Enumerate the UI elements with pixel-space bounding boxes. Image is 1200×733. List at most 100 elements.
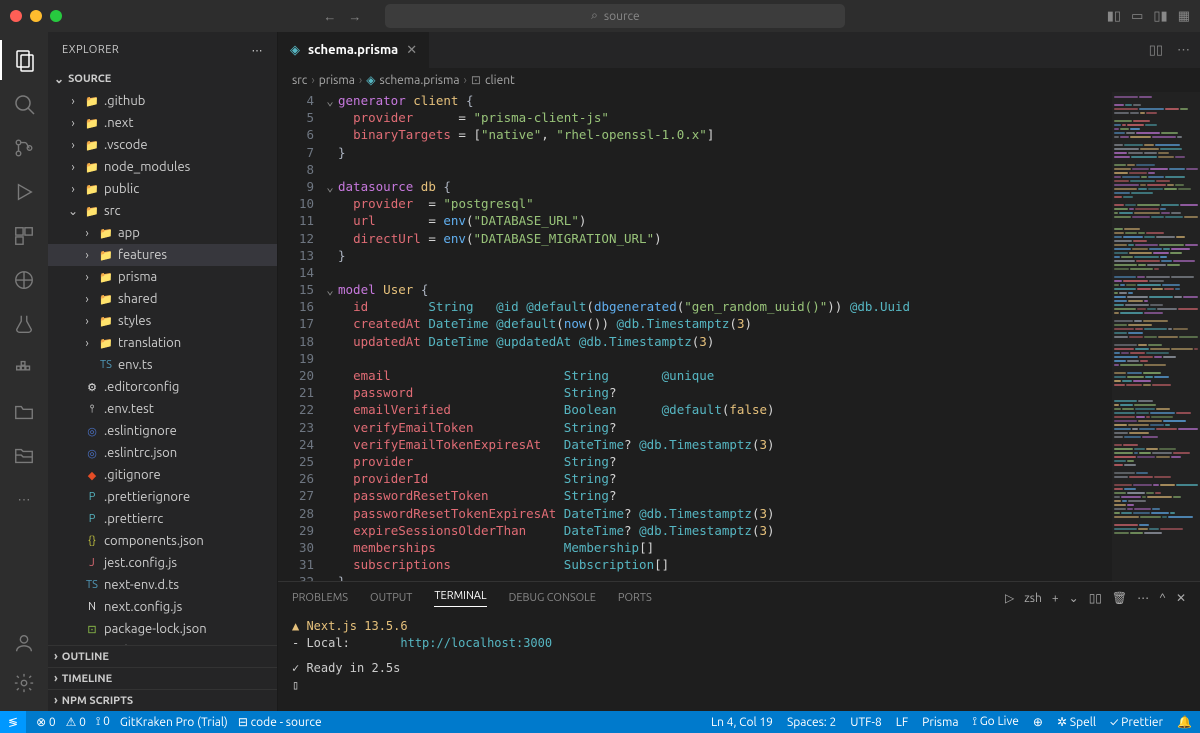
tree-item[interactable]: ›📁translation [48, 332, 277, 354]
status-encoding[interactable]: UTF-8 [850, 716, 881, 729]
account-activity-icon[interactable] [0, 623, 48, 663]
panel-tab-terminal[interactable]: TERMINAL [434, 590, 486, 607]
run-debug-activity-icon[interactable] [0, 172, 48, 212]
tree-item[interactable]: ›📁.next [48, 112, 277, 134]
status-radio[interactable]: ⟟ 0 [96, 715, 110, 729]
status-errors[interactable]: ⊗ 0 [36, 715, 56, 729]
tree-item[interactable]: ›📁shared [48, 288, 277, 310]
tree-item[interactable]: TSnext-env.d.ts [48, 574, 277, 596]
tree-item[interactable]: ⊡package-lock.json [48, 618, 277, 640]
tree-item[interactable]: {}components.json [48, 530, 277, 552]
project-manager-icon[interactable] [0, 436, 48, 476]
prisma-file-icon: ◈ [290, 43, 300, 58]
status-eol[interactable]: LF [896, 716, 908, 729]
status-gitkraken[interactable]: GitKraken Pro (Trial) [120, 716, 228, 729]
tree-item-label: .editorconfig [104, 380, 179, 394]
tree-item[interactable]: ›📁.vscode [48, 134, 277, 156]
tree-item[interactable]: ›📁app [48, 222, 277, 244]
tree-item[interactable]: Nnext.config.js [48, 596, 277, 618]
file-icon: J [84, 557, 100, 569]
tree-item[interactable]: ⚙.editorconfig [48, 376, 277, 398]
tree-item[interactable]: ⫯.env.test [48, 398, 277, 420]
tree-item[interactable]: ⌄📁src [48, 200, 277, 222]
status-notifications-icon[interactable]: 🔔 [1177, 715, 1192, 729]
tree-item-label: package-lock.json [104, 622, 207, 636]
docker-activity-icon[interactable] [0, 348, 48, 388]
source-section-header[interactable]: ⌄ SOURCE [48, 68, 277, 90]
chevron-icon: › [80, 293, 94, 306]
layout-secondary-sidebar-icon[interactable]: ▯▮ [1153, 9, 1167, 24]
layout-panel-icon[interactable]: ▭ [1131, 9, 1143, 24]
search-activity-icon[interactable] [0, 84, 48, 124]
code-editor[interactable]: 4⌄generator client {5 provider = "prisma… [278, 92, 1112, 581]
source-control-activity-icon[interactable] [0, 128, 48, 168]
panel-more-icon[interactable]: ⋯ [1137, 591, 1149, 605]
extensions-activity-icon[interactable] [0, 216, 48, 256]
status-prettier[interactable]: ✓ Prettier [1110, 716, 1163, 729]
nav-forward-icon[interactable]: → [348, 9, 361, 24]
panel-tab-output[interactable]: OUTPUT [370, 592, 412, 604]
minimap[interactable] [1112, 92, 1200, 581]
tree-item[interactable]: ›📁prisma [48, 266, 277, 288]
panel-maximize-icon[interactable]: ^ [1159, 592, 1166, 605]
close-tab-icon[interactable]: ✕ [406, 43, 417, 58]
layout-primary-sidebar-icon[interactable]: ▮▯ [1107, 9, 1121, 24]
status-cursor-pos[interactable]: Ln 4, Col 19 [711, 716, 773, 729]
sidebar-more-icon[interactable]: ⋯ [252, 44, 264, 57]
kill-terminal-icon[interactable]: 🗑 [1112, 591, 1127, 605]
settings-activity-icon[interactable] [0, 663, 48, 703]
status-go-live[interactable]: ⟟ Go Live [973, 715, 1019, 729]
file-icon: TS [98, 359, 114, 371]
file-icon: ⫯ [84, 403, 100, 416]
status-project[interactable]: ⊟ code - source [238, 715, 322, 729]
status-language[interactable]: Prisma [922, 716, 958, 729]
tree-item[interactable]: TSenv.ts [48, 354, 277, 376]
new-terminal-icon[interactable]: + [1052, 592, 1059, 605]
remote-explorer-icon[interactable] [0, 260, 48, 300]
status-spell[interactable]: ✲ Spell [1057, 715, 1096, 729]
tree-item[interactable]: ›📁styles [48, 310, 277, 332]
close-window-button[interactable] [10, 10, 22, 22]
tree-item[interactable]: Jjest.config.js [48, 552, 277, 574]
folder-activity-icon[interactable] [0, 392, 48, 432]
nav-back-icon[interactable]: ← [323, 9, 336, 24]
tree-item[interactable]: ›📁.github [48, 90, 277, 112]
terminal-shell-name[interactable]: zsh [1024, 592, 1042, 605]
status-indentation[interactable]: Spaces: 2 [787, 716, 836, 729]
panel-close-icon[interactable]: ✕ [1176, 591, 1186, 605]
tree-item[interactable]: ›📁node_modules [48, 156, 277, 178]
minimize-window-button[interactable] [30, 10, 42, 22]
tree-item[interactable]: ◆.gitignore [48, 464, 277, 486]
tree-item[interactable]: ◎.eslintignore [48, 420, 277, 442]
terminal-output[interactable]: ▲ Next.js 13.5.6 - Local: http://localho… [278, 614, 1200, 711]
command-center[interactable]: ⌕ source [385, 4, 845, 28]
tree-item[interactable]: ◎.eslintrc.json [48, 442, 277, 464]
terminal-dropdown-icon[interactable]: ⌄ [1069, 591, 1079, 605]
chevron-icon: › [80, 337, 94, 350]
tree-item[interactable]: P.prettierrc [48, 508, 277, 530]
status-warnings[interactable]: ⚠ 0 [66, 715, 86, 729]
split-editor-icon[interactable]: ▯▯ [1149, 43, 1163, 58]
tree-item-label: src [104, 204, 121, 218]
testing-activity-icon[interactable] [0, 304, 48, 344]
npm-scripts-section[interactable]: ›NPM SCRIPTS [48, 689, 277, 711]
tree-item[interactable]: ›📁features [48, 244, 277, 266]
layout-customize-icon[interactable]: ▦ [1178, 9, 1190, 24]
remote-indicator[interactable]: ≶ [0, 711, 26, 733]
breadcrumb[interactable]: src› prisma› ◈ schema.prisma› ⊡ client [278, 68, 1200, 92]
explorer-activity-icon[interactable] [0, 40, 48, 80]
outline-section[interactable]: ›OUTLINE [48, 645, 277, 667]
panel-tab-ports[interactable]: PORTS [618, 592, 652, 604]
timeline-section[interactable]: ›TIMELINE [48, 667, 277, 689]
terminal-profile-icon[interactable]: ▷ [1005, 591, 1014, 605]
maximize-window-button[interactable] [50, 10, 62, 22]
tab-schema-prisma[interactable]: ◈ schema.prisma ✕ [278, 32, 430, 68]
split-terminal-icon[interactable]: ▯▯ [1089, 591, 1102, 605]
tree-item[interactable]: P.prettierignore [48, 486, 277, 508]
status-copilot-icon[interactable]: ⊕ [1033, 715, 1043, 729]
panel-tab-debug-console[interactable]: DEBUG CONSOLE [509, 592, 596, 604]
panel-tab-problems[interactable]: PROBLEMS [292, 592, 348, 604]
editor-more-icon[interactable]: ⋯ [1177, 43, 1190, 58]
tree-item[interactable]: ›📁public [48, 178, 277, 200]
more-activity-icon[interactable]: ⋯ [0, 480, 48, 520]
